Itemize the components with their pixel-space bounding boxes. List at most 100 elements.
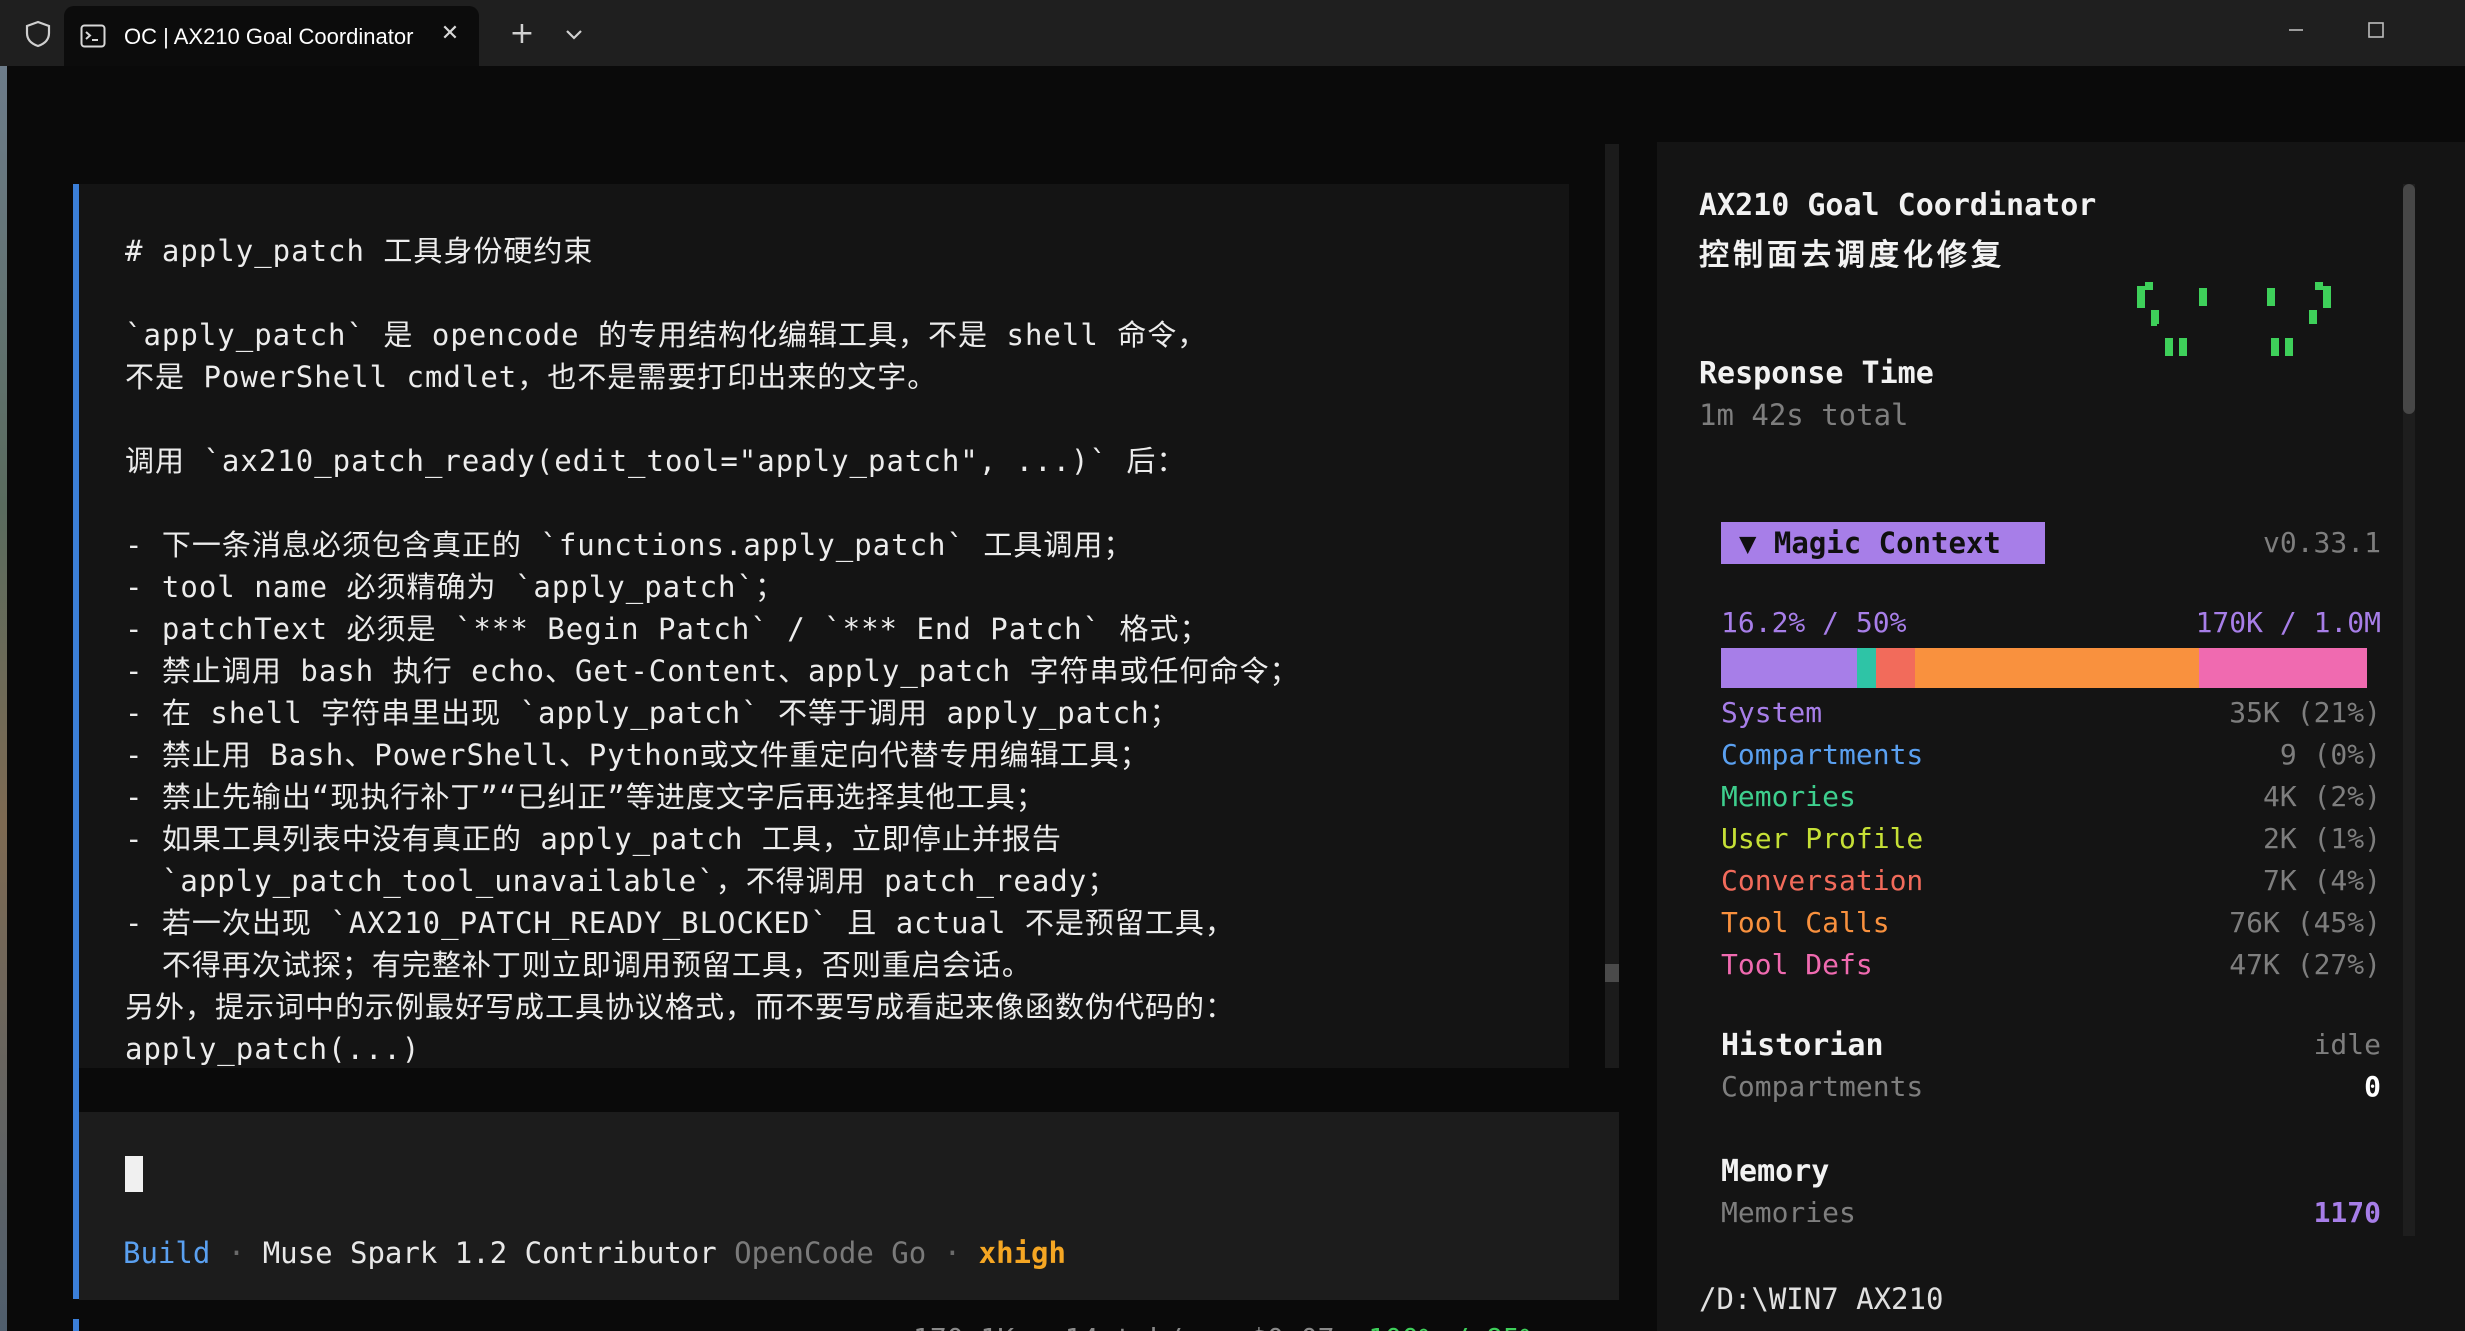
context-sidebar: AX210 Goal Coordinator 控制面去调度化修复 Respons…: [1657, 142, 2465, 1331]
message-scrollbar-thumb[interactable]: [1605, 964, 1619, 982]
assistant-message: # apply_patch 工具身份硬约束 `apply_patch` 是 op…: [79, 184, 1569, 1068]
prompt-input[interactable]: Build · Muse Spark 1.2 Contributor OpenC…: [79, 1112, 1619, 1300]
working-directory: /D:\WIN7 AX210: [1699, 1282, 1944, 1316]
text-cursor: [125, 1156, 143, 1192]
context-category-row: Memories 4K (2%): [1721, 776, 2381, 818]
usage-segment-conversation: [1876, 648, 1915, 688]
message-line: - 如果工具列表中没有真正的 apply_patch 工具，立即停止并报告: [125, 822, 1062, 856]
category-value: 4K (2%): [2262, 780, 2381, 813]
message-line: `apply_patch` 是 opencode 的专用结构化编辑工具，不是 s…: [125, 318, 1208, 352]
message-line: [125, 272, 1555, 314]
usage-segment-compartments: [1856, 648, 1877, 688]
message-line: 另外，提示词中的示例最好写成工具协议格式，而不要写成看起来像函数伪代码的：: [125, 990, 1236, 1024]
session-cost: $0.07: [1250, 1322, 1334, 1331]
historian-status: idle: [2313, 1028, 2381, 1061]
sidebar-scrollbar[interactable]: [2403, 184, 2415, 1236]
session-subtitle: 控制面去调度化修复: [1699, 238, 2005, 273]
context-usage-tokens: 170K / 1.0M: [2195, 606, 2381, 639]
category-name: Conversation: [1721, 864, 1924, 897]
category-value: 76K (45%): [2229, 906, 2381, 939]
shield-icon[interactable]: [24, 20, 52, 48]
session-metrics: 170.1K · 14 tok/s · $0.07 100% / 95%: [913, 1322, 1537, 1331]
robot-mascot-icon: [2137, 282, 2331, 356]
category-name: User Profile: [1721, 822, 1924, 855]
category-name: Tool Defs: [1721, 948, 1873, 981]
title-bar: OC | AX210 Goal Coordinator ✕ +: [0, 0, 2465, 66]
model-name[interactable]: Muse Spark 1.2 Contributor: [263, 1236, 717, 1270]
category-value: 35K (21%): [2229, 696, 2381, 729]
category-value: 47K (27%): [2229, 948, 2381, 981]
magic-context-version: v0.33.1: [2262, 526, 2381, 559]
response-time-value: 1m 42s total: [1699, 398, 1909, 432]
chevron-down-icon[interactable]: [556, 14, 592, 54]
category-value: 7K (4%): [2262, 864, 2381, 897]
close-tab-button[interactable]: ✕: [432, 16, 468, 52]
magic-context-toggle[interactable]: ▼ Magic Context: [1721, 522, 2045, 564]
context-usage-bar: [1721, 648, 2367, 688]
message-line: - 禁止调用 bash 执行 echo、Get-Content、apply_pa…: [125, 654, 1300, 688]
usage-segment-tool-calls: [1914, 648, 2200, 688]
message-scrollbar[interactable]: [1605, 144, 1619, 1068]
historian-compartments-label: Compartments: [1721, 1070, 1924, 1103]
reasoning-effort[interactable]: xhigh: [979, 1236, 1066, 1270]
message-line: - 禁止先输出“现执行补丁”“已纠正”等进度文字后再选择其他工具；: [125, 780, 1046, 814]
historian-label: Historian: [1721, 1028, 1884, 1063]
message-line: - 若一次出现 `AX210_PATCH_READY_BLOCKED` 且 ac…: [125, 906, 1235, 940]
message-line: - 禁止用 Bash、PowerShell、Python或文件重定向代替专用编辑…: [125, 738, 1150, 772]
message-line: - patchText 必须是 `*** Begin Patch` / `***…: [125, 612, 1210, 646]
usage-segment-tool-defs: [2199, 648, 2367, 688]
memories-label: Memories: [1721, 1196, 1856, 1229]
message-line: 不是 PowerShell cmdlet，也不是需要打印出来的文字。: [125, 360, 938, 394]
token-count: 170.1K: [913, 1322, 1014, 1331]
message-line: - 下一条消息必须包含真正的 `functions.apply_patch` 工…: [125, 528, 1134, 562]
usage-segment-system: [1721, 648, 1857, 688]
message-line: `apply_patch_tool_unavailable`，不得调用 patc…: [125, 864, 1118, 898]
minimize-button[interactable]: [2268, 10, 2324, 50]
message-line: [125, 482, 1555, 524]
tab-title: OC | AX210 Goal Coordinator: [124, 24, 414, 49]
response-time-label: Response Time: [1699, 356, 1934, 391]
footer-accent-bar: [73, 1319, 79, 1331]
terminal-pane: # apply_patch 工具身份硬约束 `apply_patch` 是 op…: [7, 66, 2465, 1331]
separator: ·: [227, 1236, 246, 1270]
provider-name: OpenCode Go: [734, 1236, 927, 1270]
context-percent: 100% / 95%: [1368, 1322, 1537, 1331]
context-category-row: User Profile 2K (1%): [1721, 818, 2381, 860]
session-title: AX210 Goal Coordinator: [1699, 188, 2097, 223]
context-category-list: System 35K (21%) Compartments 9 (0%) Memorie…: [1721, 692, 2381, 986]
terminal-icon: [80, 24, 106, 48]
context-category-row: Compartments 9 (0%): [1721, 734, 2381, 776]
category-name: Memories: [1721, 780, 1856, 813]
token-speed: 14 tok/s: [1065, 1322, 1200, 1331]
maximize-button[interactable]: [2348, 10, 2404, 50]
memories-count: 1170: [2313, 1196, 2381, 1229]
message-line: # apply_patch 工具身份硬约束: [125, 234, 594, 268]
context-category-row: Tool Calls 76K (45%): [1721, 902, 2381, 944]
category-value: 2K (1%): [2262, 822, 2381, 855]
agent-status-line: Build · Muse Spark 1.2 Contributor OpenC…: [123, 1236, 1066, 1270]
desktop-edge: [0, 66, 7, 1331]
category-value: 9 (0%): [2279, 738, 2381, 771]
message-line: - tool name 必须精确为 `apply_patch`；: [125, 570, 785, 604]
category-name: System: [1721, 696, 1823, 729]
category-name: Compartments: [1721, 738, 1924, 771]
context-category-row: System 35K (21%): [1721, 692, 2381, 734]
context-usage-percent: 16.2% / 50%: [1721, 606, 1907, 639]
separator: ·: [1031, 1322, 1048, 1331]
context-category-row: Tool Defs 47K (27%): [1721, 944, 2381, 986]
message-line: 不得再次试探；有完整补丁则立即调用预留工具，否则重启会话。: [125, 948, 1032, 982]
context-category-row: Conversation 7K (4%): [1721, 860, 2381, 902]
new-tab-button[interactable]: +: [502, 14, 542, 54]
message-line: [125, 398, 1555, 440]
message-line: - 在 shell 字符串里出现 `apply_patch` 不等于调用 app…: [125, 696, 1180, 730]
category-name: Tool Calls: [1721, 906, 1890, 939]
message-line: 调用 `ax210_patch_ready(edit_tool="apply_p…: [125, 444, 1187, 478]
message-line: apply_patch(...): [125, 1032, 421, 1066]
tab-oc-ax210[interactable]: OC | AX210 Goal Coordinator ✕: [64, 6, 479, 66]
memory-label: Memory: [1721, 1154, 1830, 1189]
separator: ·: [943, 1236, 962, 1270]
sidebar-scrollbar-thumb[interactable]: [2403, 184, 2415, 414]
message-body: # apply_patch 工具身份硬约束 `apply_patch` 是 op…: [125, 230, 1555, 1070]
historian-compartments-count: 0: [2364, 1070, 2381, 1103]
agent-mode[interactable]: Build: [123, 1236, 210, 1270]
